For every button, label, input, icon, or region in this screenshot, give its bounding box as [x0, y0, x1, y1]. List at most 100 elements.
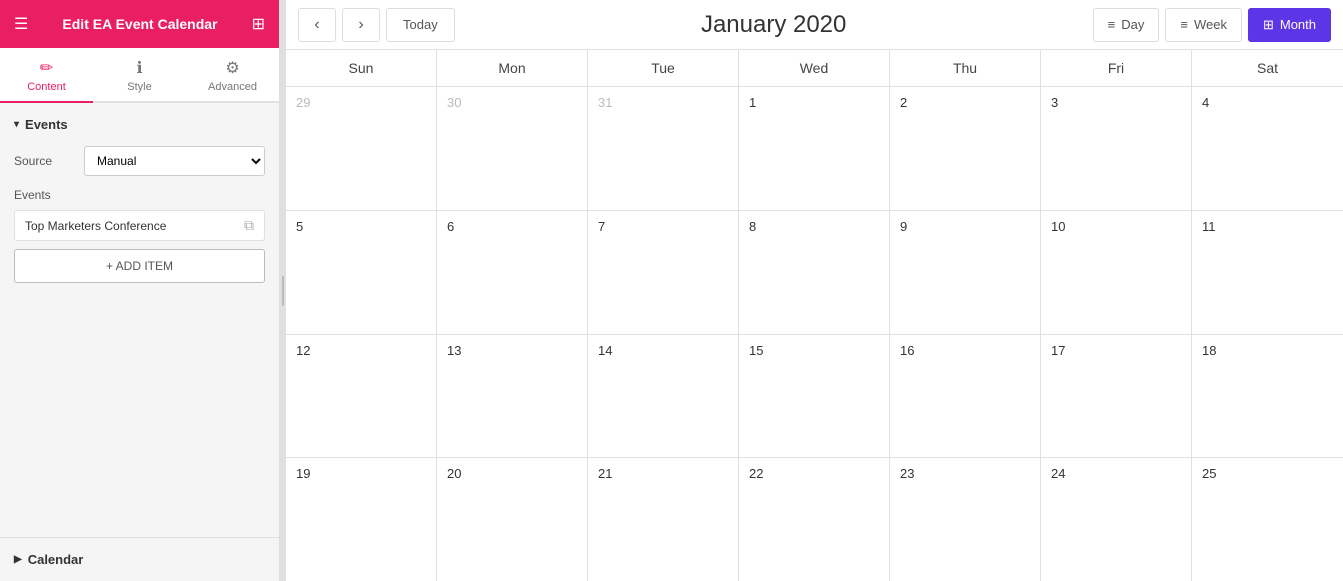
- cell-number: 25: [1202, 466, 1216, 481]
- cell-number: 4: [1202, 95, 1209, 110]
- weekday-sun: Sun: [286, 50, 437, 86]
- today-button[interactable]: Today: [386, 8, 455, 42]
- weekday-wed: Wed: [739, 50, 890, 86]
- next-button[interactable]: ›: [342, 8, 380, 42]
- cell-number: 19: [296, 466, 310, 481]
- content-icon: ✏: [40, 58, 53, 78]
- cell-number: 3: [1051, 95, 1058, 110]
- calendar-cell[interactable]: 16: [890, 335, 1041, 458]
- tab-style[interactable]: ℹ Style: [93, 48, 186, 103]
- calendar-cell[interactable]: 19: [286, 458, 437, 581]
- source-label: Source: [14, 154, 84, 168]
- calendar-weekdays: Sun Mon Tue Wed Thu Fri Sat: [286, 50, 1343, 87]
- month-view-button[interactable]: ⊞ Month: [1248, 8, 1331, 42]
- cell-number: 30: [447, 95, 461, 110]
- tab-content-label: Content: [27, 81, 66, 93]
- month-view-icon: ⊞: [1263, 17, 1274, 33]
- cell-number: 2: [900, 95, 907, 110]
- calendar-cell[interactable]: 11: [1192, 211, 1343, 334]
- cell-number: 24: [1051, 466, 1065, 481]
- cell-number: 7: [598, 219, 605, 234]
- cell-number: 13: [447, 343, 461, 358]
- grid-icon[interactable]: ⊞: [252, 14, 265, 34]
- cell-number: 12: [296, 343, 310, 358]
- calendar-cell[interactable]: 17: [1041, 335, 1192, 458]
- calendar-row: 56 7 8 9 10 11: [286, 211, 1343, 335]
- cell-number: 1: [749, 95, 756, 110]
- copy-icon[interactable]: ⧉: [244, 217, 254, 234]
- calendar-cell[interactable]: 12: [286, 335, 437, 458]
- day-view-button[interactable]: ≡ Day: [1093, 8, 1160, 42]
- calendar-cell[interactable]: 21: [588, 458, 739, 581]
- calendar-title: January 2020: [461, 11, 1087, 39]
- add-item-button[interactable]: + ADD ITEM: [14, 249, 265, 283]
- week-view-button[interactable]: ≡ Week: [1165, 8, 1242, 42]
- tab-advanced[interactable]: ⚙ Advanced: [186, 48, 279, 103]
- source-field-row: Source Manual Google Calendar The Events…: [14, 146, 265, 176]
- sidebar-tabs: ✏ Content ℹ Style ⚙ Advanced: [0, 48, 279, 103]
- weekday-fri: Fri: [1041, 50, 1192, 86]
- calendar-cell[interactable]: 7: [588, 211, 739, 334]
- weekday-sat: Sat: [1192, 50, 1343, 86]
- calendar-toolbar: ‹ › Today January 2020 ≡ Day ≡ Week ⊞ Mo…: [286, 0, 1343, 50]
- calendar-cell[interactable]: 23: [890, 458, 1041, 581]
- calendar-cell[interactable]: 10: [1041, 211, 1192, 334]
- advanced-icon: ⚙: [225, 58, 239, 78]
- cell-number: 21: [598, 466, 612, 481]
- calendar-cell[interactable]: 22: [739, 458, 890, 581]
- calendar-cell[interactable]: 13: [437, 335, 588, 458]
- calendar-section-header[interactable]: ▶ Calendar: [0, 537, 279, 581]
- calendar-cell[interactable]: 30: [437, 87, 588, 210]
- calendar-cell[interactable]: 29: [286, 87, 437, 210]
- calendar-cell[interactable]: 31: [588, 87, 739, 210]
- cell-number: 23: [900, 466, 914, 481]
- event-item-name: Top Marketers Conference: [25, 219, 166, 233]
- cell-number: 31: [598, 95, 612, 110]
- sidebar-title: Edit EA Event Calendar: [62, 16, 217, 32]
- hamburger-icon[interactable]: ☰: [14, 14, 28, 34]
- calendar-cell[interactable]: 14: [588, 335, 739, 458]
- calendar-cell[interactable]: 9: [890, 211, 1041, 334]
- events-arrow: ▾: [14, 119, 19, 130]
- calendar-cell[interactable]: 5: [286, 211, 437, 334]
- tab-content[interactable]: ✏ Content: [0, 48, 93, 103]
- events-section-label: Events: [25, 117, 68, 132]
- cell-number: 8: [749, 219, 756, 234]
- calendar-cell[interactable]: 8: [739, 211, 890, 334]
- cell-number: 17: [1051, 343, 1065, 358]
- calendar-cell[interactable]: 15: [739, 335, 890, 458]
- calendar-row: 12 13 14 15 16 17 18: [286, 335, 1343, 459]
- cell-number: 14: [598, 343, 612, 358]
- cell-number: 6: [447, 219, 454, 234]
- calendar-cell[interactable]: 6: [437, 211, 588, 334]
- cell-number: 22: [749, 466, 763, 481]
- calendar-cell[interactable]: 25: [1192, 458, 1343, 581]
- calendar-cell[interactable]: 4: [1192, 87, 1343, 210]
- calendar-grid: Sun Mon Tue Wed Thu Fri Sat 293031123456…: [286, 50, 1343, 581]
- event-item: Top Marketers Conference ⧉: [14, 210, 265, 241]
- day-view-label: Day: [1121, 17, 1144, 32]
- weekday-thu: Thu: [890, 50, 1041, 86]
- calendar-cell[interactable]: 20: [437, 458, 588, 581]
- sidebar: ☰ Edit EA Event Calendar ⊞ ✏ Content ℹ S…: [0, 0, 280, 581]
- cell-number: 15: [749, 343, 763, 358]
- week-view-icon: ≡: [1180, 17, 1188, 32]
- weekday-tue: Tue: [588, 50, 739, 86]
- calendar-cell[interactable]: 18: [1192, 335, 1343, 458]
- calendar-cell[interactable]: 1: [739, 87, 890, 210]
- month-view-label: Month: [1280, 17, 1316, 32]
- cell-number: 9: [900, 219, 907, 234]
- week-view-label: Week: [1194, 17, 1227, 32]
- calendar-cell[interactable]: 3: [1041, 87, 1192, 210]
- day-view-icon: ≡: [1108, 17, 1116, 32]
- calendar-arrow: ▶: [14, 554, 22, 565]
- prev-button[interactable]: ‹: [298, 8, 336, 42]
- cell-number: 18: [1202, 343, 1216, 358]
- calendar-row: 19 20 21 22 23 24 25: [286, 458, 1343, 581]
- calendar-cell[interactable]: 24: [1041, 458, 1192, 581]
- cell-number: 11: [1202, 219, 1216, 234]
- style-icon: ℹ: [136, 58, 142, 78]
- source-select[interactable]: Manual Google Calendar The Events Calend…: [84, 146, 265, 176]
- calendar-cell[interactable]: 2: [890, 87, 1041, 210]
- events-section-header[interactable]: ▾ Events: [14, 117, 265, 132]
